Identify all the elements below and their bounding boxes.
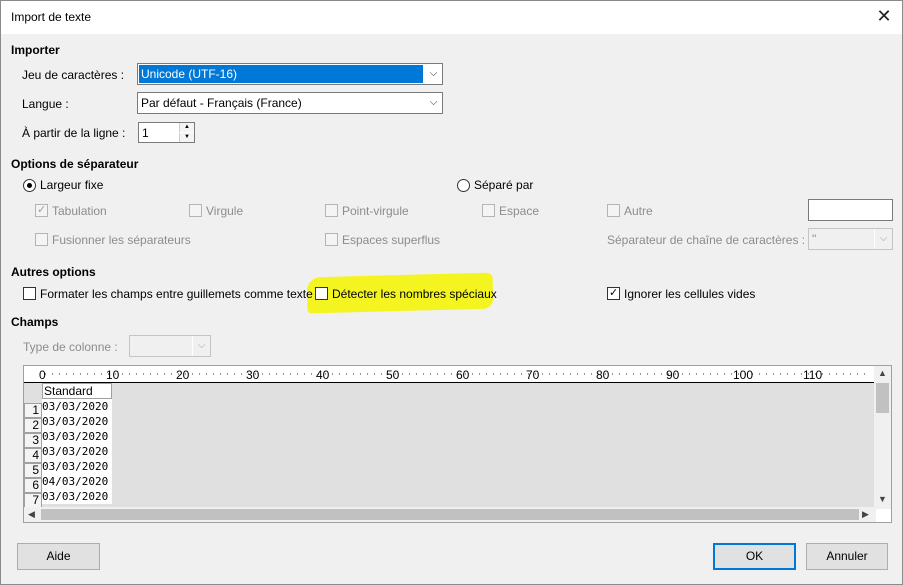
- row-number: 5: [24, 463, 42, 478]
- quoted-as-text-label[interactable]: Formater les champs entre guillemets com…: [40, 287, 313, 301]
- scroll-down-icon[interactable]: ▼: [878, 494, 887, 504]
- from-line-value: 1: [142, 126, 149, 140]
- skip-empty-cells-label[interactable]: Ignorer les cellules vides: [624, 287, 755, 301]
- from-line-label: À partir de la ligne :: [22, 126, 126, 140]
- vertical-scrollbar[interactable]: ▲ ▼: [874, 366, 891, 509]
- separated-by-radio[interactable]: [457, 179, 470, 192]
- ruler-tick: 70: [526, 368, 540, 382]
- string-delimiter-value: ": [812, 232, 817, 246]
- table-cell: 03/03/2020: [42, 414, 112, 429]
- ruler-tick: 60: [456, 368, 470, 382]
- space-checkbox[interactable]: [482, 204, 495, 217]
- fields-preview[interactable]: 0 10 20 30 40 50 60 80 70 90 100 110 Sta…: [23, 365, 892, 523]
- semicolon-checkbox[interactable]: [325, 204, 338, 217]
- column-type-select[interactable]: ⌵: [129, 335, 211, 357]
- chevron-down-icon: ⌵: [424, 64, 442, 84]
- row-number: 4: [24, 448, 42, 463]
- fixed-width-radio[interactable]: [23, 179, 36, 192]
- separator-options-heading: Options de séparateur: [11, 157, 139, 171]
- chevron-down-icon: ⌵: [192, 336, 210, 356]
- merge-separators-checkbox[interactable]: [35, 233, 48, 246]
- radio-dot-icon: [27, 183, 32, 188]
- scroll-right-icon[interactable]: ▶: [862, 509, 869, 520]
- row-number: 3: [24, 433, 42, 448]
- ruler-tick: 40: [316, 368, 330, 382]
- spin-down-icon[interactable]: ▼: [179, 133, 194, 142]
- string-delimiter-select[interactable]: " ⌵: [808, 228, 893, 250]
- row-number: 2: [24, 418, 42, 433]
- ruler-tick: 90: [666, 368, 680, 382]
- language-select[interactable]: Par défaut - Français (France) ⌵: [137, 92, 443, 114]
- other-options-heading: Autres options: [11, 265, 96, 279]
- ruler-tick: 20: [176, 368, 190, 382]
- ruler-tick: 10: [106, 368, 120, 382]
- import-text-dialog: Import de texte ✕ Importer Jeu de caract…: [0, 0, 903, 585]
- string-delimiter-label: Séparateur de chaîne de caractères :: [607, 233, 806, 247]
- cancel-button[interactable]: Annuler: [806, 543, 888, 570]
- scroll-thumb[interactable]: [41, 509, 859, 520]
- charset-label: Jeu de caractères :: [22, 68, 125, 82]
- preview-grid[interactable]: Standard 1 03/03/2020 2 03/03/2020 3 03/…: [24, 383, 876, 509]
- scroll-up-icon[interactable]: ▲: [878, 368, 887, 378]
- ok-button[interactable]: OK: [713, 543, 796, 570]
- tab-checkbox[interactable]: ✓: [35, 204, 48, 217]
- other-separator-input[interactable]: [808, 199, 893, 221]
- other-label: Autre: [624, 204, 653, 218]
- checkmark-icon: ✓: [37, 204, 47, 216]
- other-checkbox[interactable]: [607, 204, 620, 217]
- skip-empty-cells-checkbox[interactable]: ✓: [607, 287, 620, 300]
- column-type-label: Type de colonne :: [23, 340, 118, 354]
- from-line-spinner[interactable]: 1 ▲ ▼: [138, 122, 195, 143]
- language-label: Langue :: [22, 97, 69, 111]
- semicolon-label: Point-virgule: [342, 204, 409, 218]
- checkmark-icon: ✓: [609, 287, 619, 299]
- ruler-tick: 110: [803, 368, 823, 382]
- scroll-thumb[interactable]: [876, 383, 889, 413]
- column-ruler[interactable]: 0 10 20 30 40 50 60 80 70 90 100 110: [24, 366, 876, 383]
- importer-heading: Importer: [11, 43, 60, 57]
- dialog-title: Import de texte: [11, 10, 92, 24]
- scroll-left-icon[interactable]: ◀: [28, 509, 35, 520]
- chevron-down-icon: ⌵: [424, 93, 442, 113]
- close-icon[interactable]: ✕: [872, 5, 896, 29]
- chevron-down-icon: ⌵: [874, 229, 892, 249]
- ruler-tick: 80: [596, 368, 610, 382]
- row-number: 7: [24, 493, 42, 508]
- ruler-tick: 0: [39, 368, 46, 382]
- trim-spaces-checkbox[interactable]: [325, 233, 338, 246]
- help-button[interactable]: Aide: [17, 543, 100, 570]
- ruler-tick: 50: [386, 368, 400, 382]
- fixed-width-label[interactable]: Largeur fixe: [40, 178, 103, 192]
- detect-special-numbers-label[interactable]: Détecter les nombres spéciaux: [332, 287, 497, 301]
- horizontal-scrollbar[interactable]: ◀ ▶: [24, 507, 876, 522]
- space-label: Espace: [499, 204, 540, 218]
- row-number: 6: [24, 478, 42, 493]
- separated-by-label[interactable]: Séparé par: [474, 178, 533, 192]
- column-header[interactable]: Standard: [42, 383, 112, 399]
- ruler-tick: 100: [733, 368, 754, 382]
- table-cell: 03/03/2020: [42, 489, 112, 504]
- title-bar: Import de texte ✕: [1, 1, 902, 34]
- table-cell: 03/03/2020: [42, 444, 112, 459]
- comma-label: Virgule: [206, 204, 244, 218]
- table-cell: 03/03/2020: [42, 399, 112, 414]
- table-cell: 03/03/2020: [42, 429, 112, 444]
- table-cell: 04/03/2020: [42, 474, 112, 489]
- ruler-tick: 30: [246, 368, 260, 382]
- charset-value: Unicode (UTF-16): [139, 65, 423, 83]
- tab-label: Tabulation: [52, 204, 107, 218]
- row-number: 1: [24, 403, 42, 418]
- trim-spaces-label: Espaces superflus: [342, 233, 441, 247]
- fields-heading: Champs: [11, 315, 59, 329]
- language-value: Par défaut - Français (France): [141, 96, 302, 110]
- merge-separators-label: Fusionner les séparateurs: [52, 233, 191, 247]
- spin-up-icon[interactable]: ▲: [179, 123, 194, 132]
- comma-checkbox[interactable]: [189, 204, 202, 217]
- quoted-as-text-checkbox[interactable]: [23, 287, 36, 300]
- table-cell: 03/03/2020: [42, 459, 112, 474]
- charset-select[interactable]: Unicode (UTF-16) ⌵: [137, 63, 443, 85]
- detect-special-numbers-checkbox[interactable]: [315, 287, 328, 300]
